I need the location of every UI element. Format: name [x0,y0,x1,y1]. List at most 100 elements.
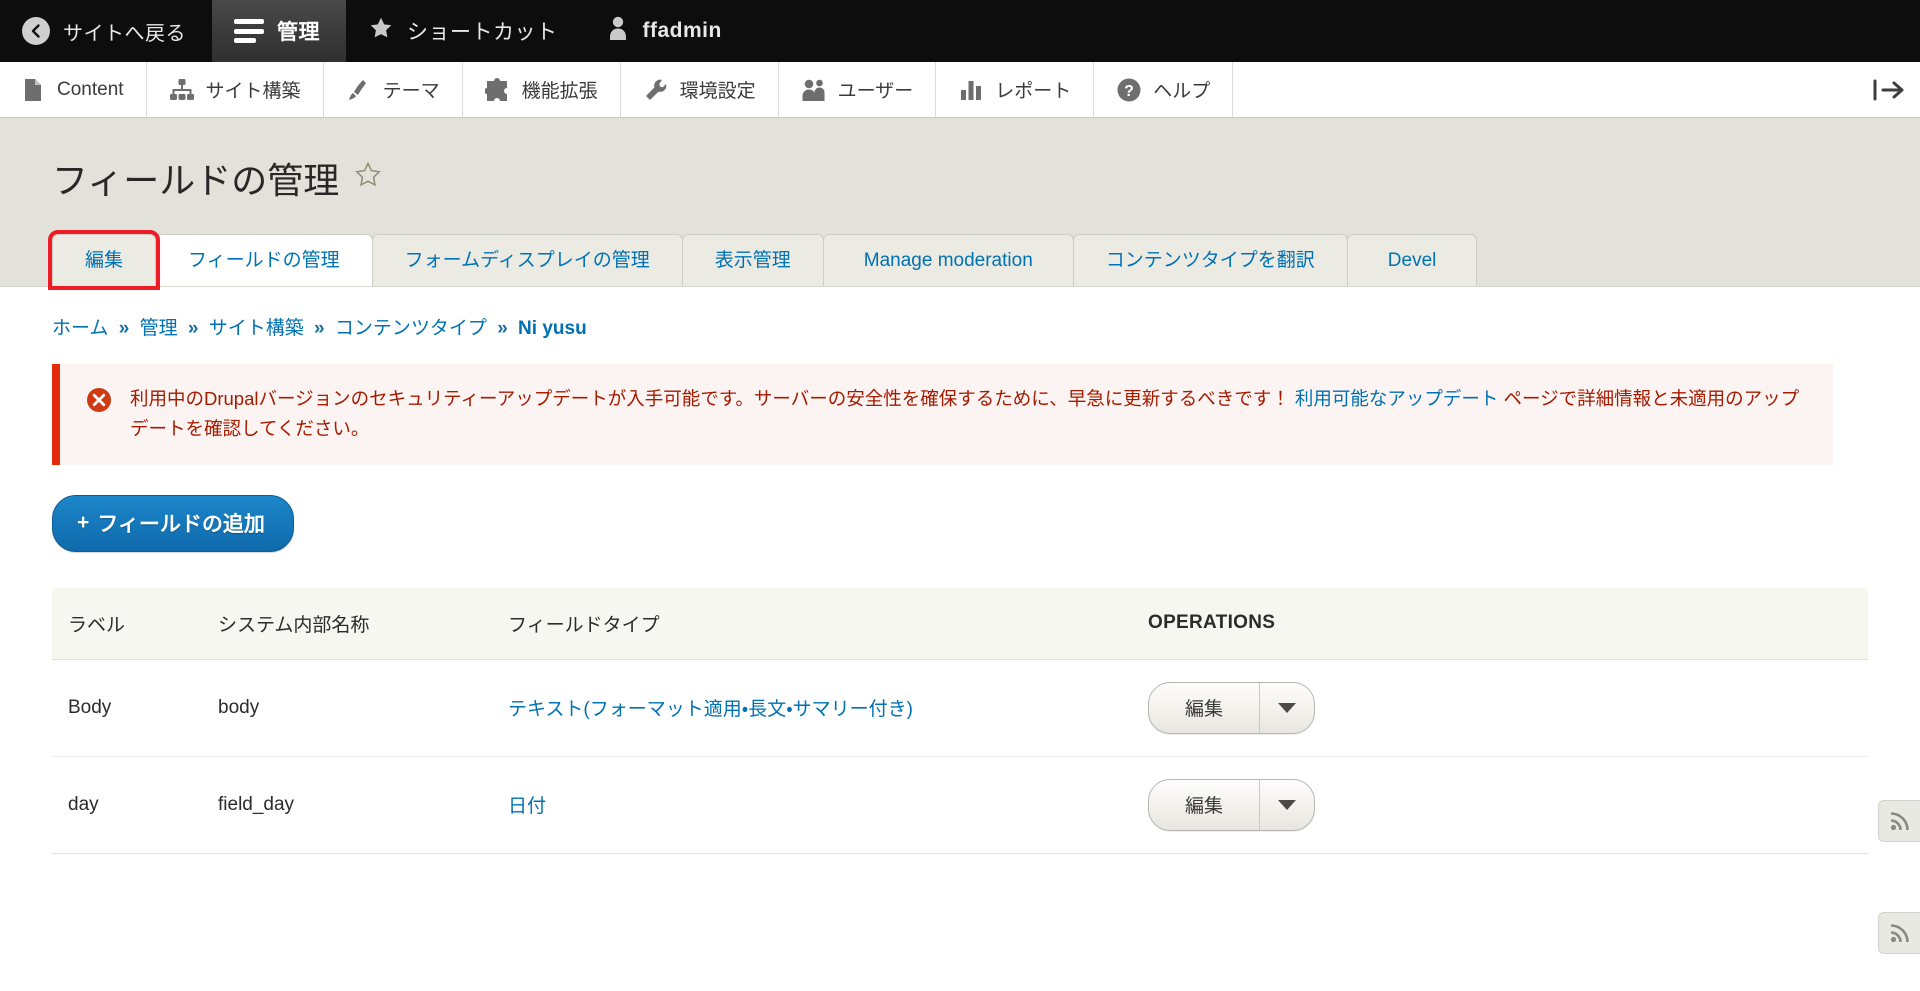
primary-tabs: 編集 フィールドの管理 フォームディスプレイの管理 表示管理 Manage mo… [47,230,1868,290]
hamburger-menu-icon [234,19,264,43]
tab-manage-moderation[interactable]: Manage moderation [822,234,1074,286]
table-header-row: ラベル システム内部名称 フィールドタイプ OPERATIONS [52,587,1868,660]
field-machine-name: field_day [202,756,492,854]
fields-table-body: Body body テキスト(フォーマット適用・長文・サマリー付き) 編集 da… [52,659,1868,854]
menu-item-structure[interactable]: サイト構築 [147,62,324,117]
tab-edit[interactable]: 編集 [47,230,161,290]
admin-toolbar: サイトへ戻る 管理 ショートカット ffadmin [0,0,1920,62]
menu-item-configuration-label: 環境設定 [679,81,756,102]
content-page-icon [20,77,46,103]
field-label: day [52,756,202,854]
tab-manage-fields-label: フィールドの管理 [188,250,340,271]
dropbutton: 編集 [1148,681,1316,734]
tab-manage-form-display[interactable]: フォームディスプレイの管理 [371,234,683,286]
toolbar-manage-label: 管理 [277,21,320,44]
field-machine-name: body [202,659,492,757]
column-header-operations: OPERATIONS [1132,587,1868,660]
field-label: Body [52,659,202,757]
toolbar-back-to-site[interactable]: サイトへ戻る [0,0,212,62]
messages-region: 利用中のDrupalバージョンのセキュリティーアップデートが入手可能です。サーバ… [0,340,1920,465]
field-type: テキスト(フォーマット適用・長文・サマリー付き) [492,659,1132,757]
menu-item-help[interactable]: ? ヘルプ [1094,62,1234,117]
fields-table: ラベル システム内部名称 フィールドタイプ OPERATIONS Body bo… [52,587,1868,854]
appearance-brush-icon [346,77,372,103]
field-operations: 編集 [1132,756,1868,854]
chevron-down-icon [1278,702,1297,713]
tab-manage-moderation-label: Manage moderation [863,250,1033,271]
breadcrumb-item-content-types[interactable]: コンテンツタイプ [335,318,487,339]
breadcrumb-item-current: Ni yusu [518,317,587,339]
column-header-field-type: フィールドタイプ [492,587,1132,660]
breadcrumb-separator: » [187,317,199,339]
menu-item-reports-label: レポート [995,81,1072,102]
field-operations: 編集 [1132,659,1868,757]
breadcrumb: ホーム » 管理 » サイト構築 » コンテンツタイプ » Ni yusu [0,287,1920,340]
page-title-text: フィールドの管理 [52,160,340,201]
back-arrow-icon [22,17,50,45]
feedback-widget-tab-bottom[interactable] [1878,912,1920,954]
fields-table-head: ラベル システム内部名称 フィールドタイプ OPERATIONS [52,587,1868,660]
dropbutton-toggle[interactable] [1260,683,1314,733]
menu-item-appearance[interactable]: テーマ [324,62,463,117]
menu-item-structure-label: サイト構築 [205,81,301,102]
menu-item-content[interactable]: Content [0,62,147,117]
add-field-button-label: フィールドの追加 [97,512,265,536]
page-title: フィールドの管理 [52,152,1868,204]
structure-icon [169,77,195,103]
menu-item-content-label: Content [57,78,124,100]
help-question-icon: ? [1116,77,1142,103]
status-message-text-before: 利用中のDrupalバージョンのセキュリティーアップデートが入手可能です。サーバ… [130,387,1295,409]
toolbar-user-label: ffadmin [642,19,722,42]
feedback-widget-tab-top[interactable] [1878,800,1920,842]
people-icon [801,77,827,103]
star-icon [368,15,394,47]
tab-manage-display[interactable]: 表示管理 [681,234,824,286]
menu-item-appearance-label: テーマ [382,81,440,102]
menu-item-extend-label: 機能拡張 [521,81,598,102]
admin-menu-bar: Content サイト構築 テーマ 機能拡張 環境設定 ユーザー レポート ? … [0,62,1920,118]
menu-item-configuration[interactable]: 環境設定 [621,62,779,117]
menu-item-people-label: ユーザー [837,81,914,102]
configuration-wrench-icon [643,77,669,103]
breadcrumb-separator: » [314,317,325,339]
field-type-link[interactable]: 日付 [508,796,546,817]
star-outline-icon[interactable] [353,157,383,199]
toolbar-user-account[interactable]: ffadmin [584,0,748,62]
menu-item-help-label: ヘルプ [1153,81,1211,102]
tab-manage-fields[interactable]: フィールドの管理 [155,234,373,286]
edit-button[interactable]: 編集 [1149,779,1261,830]
tab-manage-form-display-label: フォームディスプレイの管理 [404,250,650,271]
error-circle-x-icon [86,387,112,423]
breadcrumb-item-structure[interactable]: サイト構築 [209,318,304,339]
user-avatar-icon [606,15,630,47]
available-updates-link[interactable]: 利用可能なアップデート [1295,388,1499,409]
dropbutton: 編集 [1148,778,1316,831]
edit-button[interactable]: 編集 [1149,682,1261,733]
dropbutton-toggle[interactable] [1260,780,1314,830]
field-type-link[interactable]: テキスト(フォーマット適用・長文・サマリー付き) [508,699,913,720]
feedback-icon [1890,812,1909,831]
toolbar-shortcuts-label: ショートカット [407,21,558,44]
breadcrumb-item-home[interactable]: ホーム [52,318,108,339]
menu-item-extend[interactable]: 機能拡張 [463,62,621,117]
toolbar-collapse-button[interactable] [1856,62,1920,117]
svg-text:?: ? [1124,83,1134,100]
breadcrumb-separator: » [497,317,508,339]
fields-table-wrapper: ラベル システム内部名称 フィールドタイプ OPERATIONS Body bo… [0,552,1920,854]
local-actions: + フィールドの追加 [0,465,1920,552]
tab-devel[interactable]: Devel [1346,234,1478,286]
toolbar-shortcuts[interactable]: ショートカット [346,0,584,62]
breadcrumb-item-administration[interactable]: 管理 [140,318,178,339]
column-header-label: ラベル [52,587,202,660]
add-field-plus-sign: + [77,510,90,534]
tab-translate-content-type[interactable]: コンテンツタイプを翻訳 [1072,234,1348,286]
extend-puzzle-icon [485,77,511,103]
breadcrumb-separator: » [118,317,130,339]
add-field-button[interactable]: + フィールドの追加 [52,494,294,552]
menu-item-people[interactable]: ユーザー [779,62,937,117]
menu-item-reports[interactable]: レポート [936,62,1095,117]
tab-edit-label: 編集 [85,250,124,271]
table-row: Body body テキスト(フォーマット適用・長文・サマリー付き) 編集 [52,659,1868,757]
menu-bar-spacer [1233,62,1856,117]
toolbar-manage[interactable]: 管理 [212,0,346,62]
